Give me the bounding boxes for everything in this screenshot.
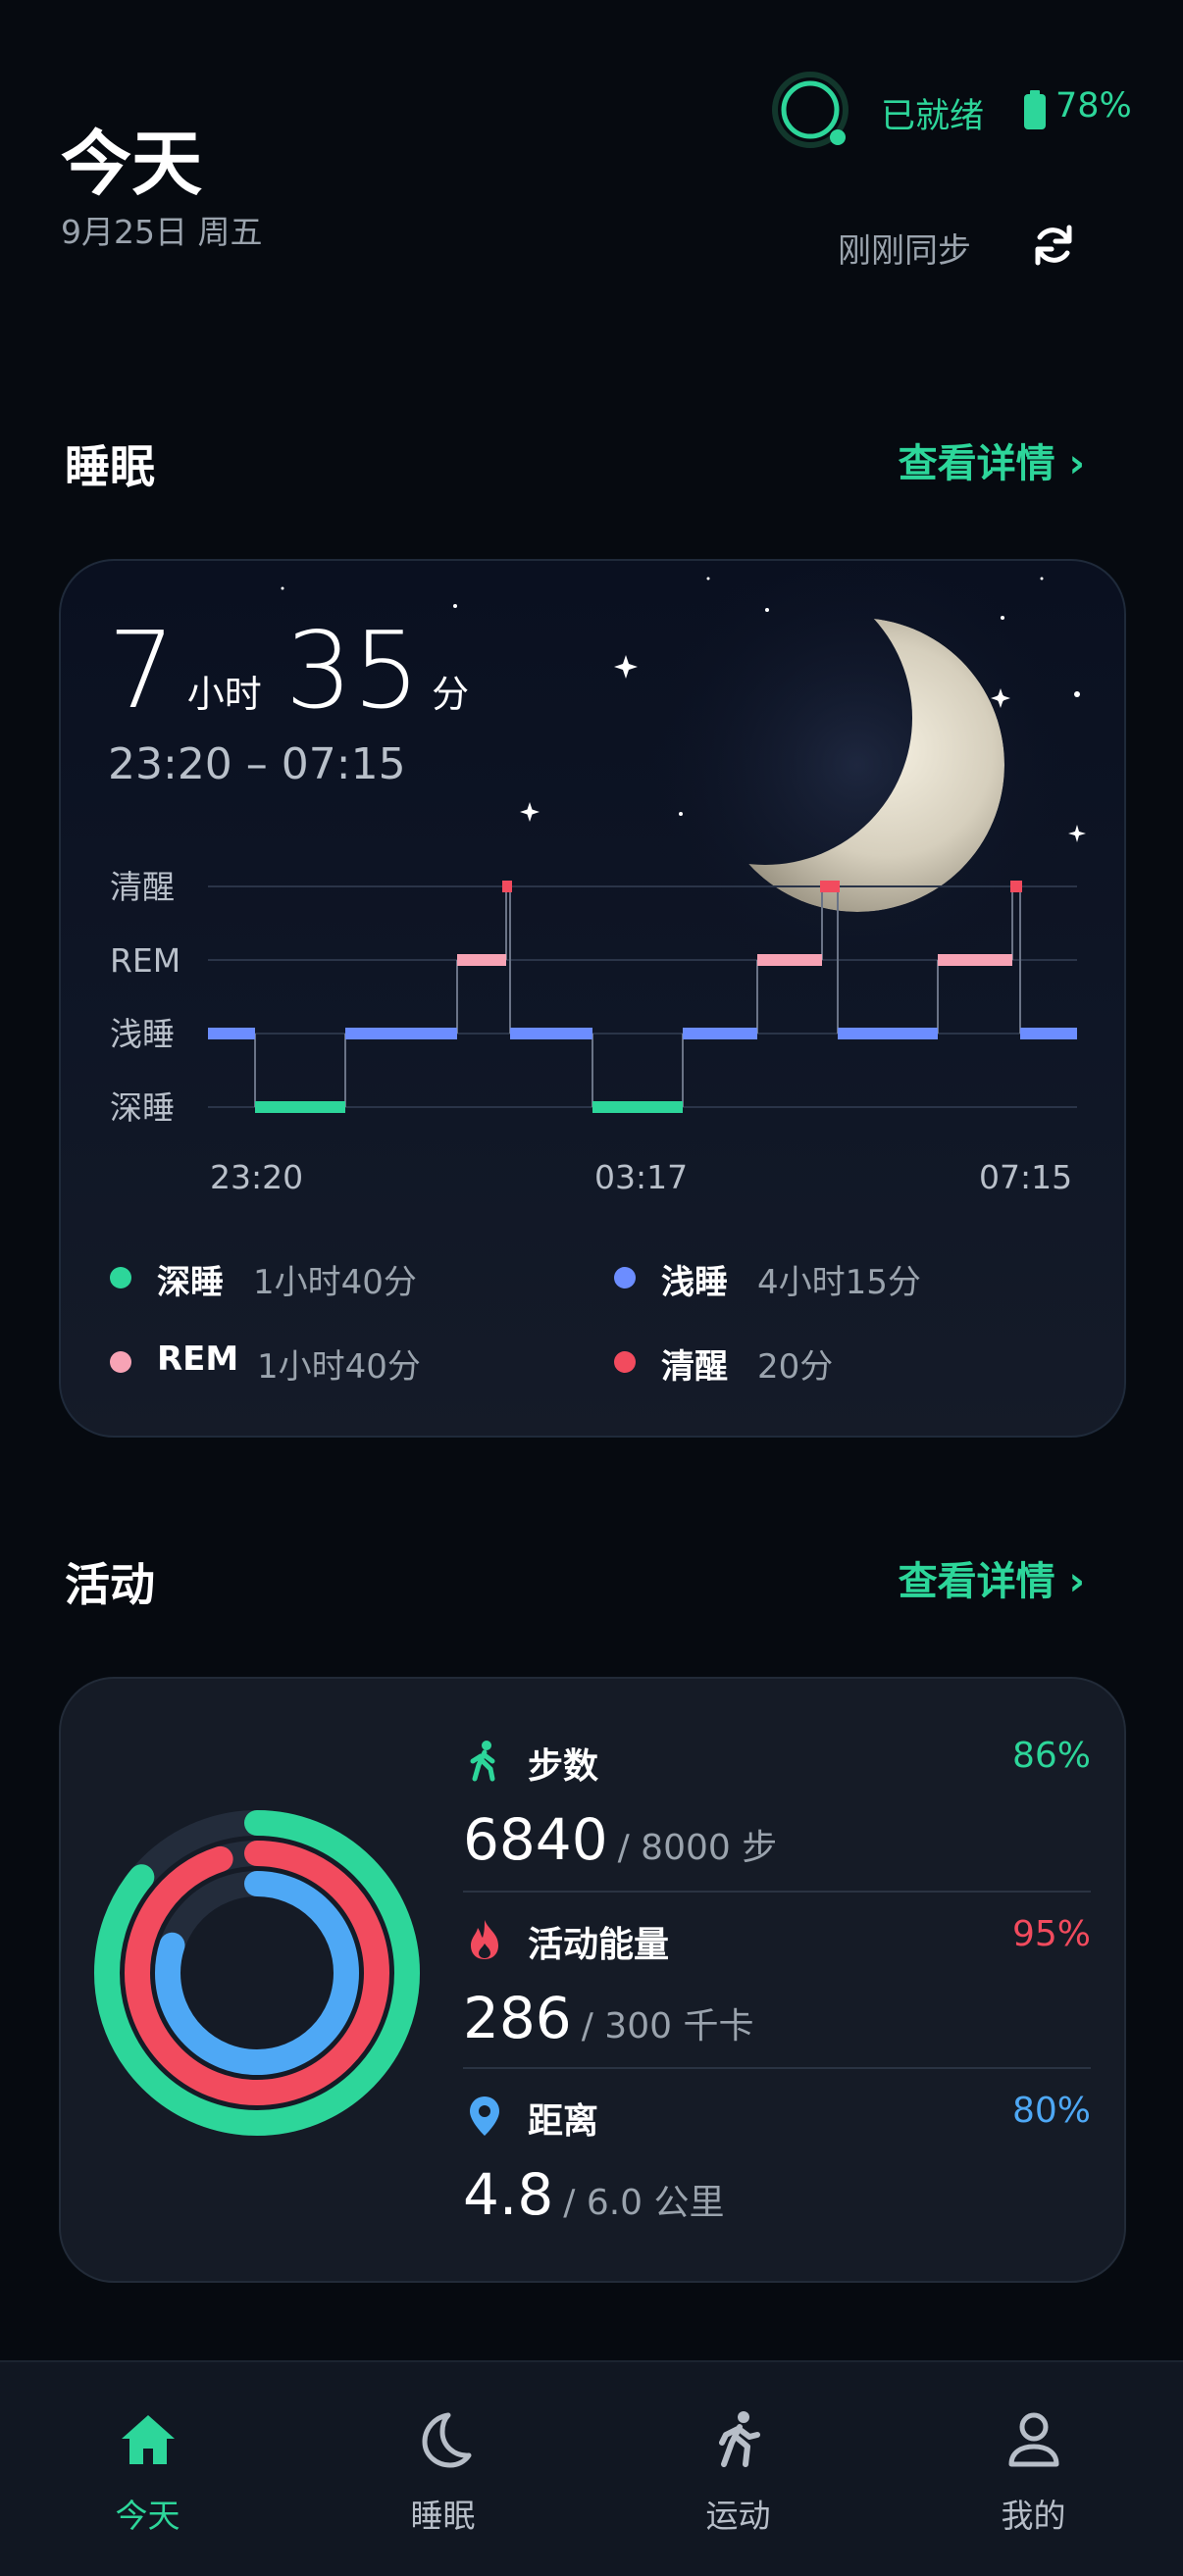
home-icon [122, 2415, 175, 2464]
device-ring-icon [772, 72, 849, 148]
metric-name: 距离 [528, 2101, 599, 2142]
stage-label-awake: 清醒 [110, 868, 175, 906]
metric-percent: 86% [1011, 1736, 1091, 1776]
awake-segment [502, 881, 512, 892]
light-sleep-segment [345, 1028, 457, 1039]
flame-icon [471, 1920, 498, 1959]
sleep-stage-chart: 清醒 REM 浅睡 深睡 23:20 03:17 07:15 [110, 868, 1077, 1196]
activity-rings [94, 1810, 420, 2136]
divider [463, 2067, 1091, 2069]
nav-label: 今天 [115, 2497, 180, 2535]
legend-name: 清醒 [661, 1347, 728, 1387]
legend-deep: 深睡 1小时40分 [110, 1255, 581, 1304]
activity-details-link[interactable]: 查看详情 › [899, 1549, 1085, 1606]
date-label: 9月25日 周五 [61, 213, 263, 251]
device-status[interactable]: 已就绪 78% [771, 71, 1173, 149]
sleep-card[interactable]: 7 小时 35 分 23:20 – 07:15 清醒 REM 浅睡 深睡 23:… [59, 559, 1126, 1438]
metric-percent: 80% [1011, 2091, 1091, 2131]
nav-item-today[interactable]: 今天 [0, 2362, 295, 2576]
stage-label-deep: 深睡 [110, 1088, 175, 1127]
deep-sleep-segment [255, 1101, 345, 1113]
moon-icon [422, 2412, 472, 2468]
legend-dot [110, 1267, 131, 1288]
light-sleep-segment [1020, 1028, 1077, 1039]
location-pin-icon [470, 2096, 499, 2136]
activity-section-title: 活动 [65, 1558, 155, 1611]
legend-rem: REM 1小时40分 [110, 1339, 581, 1389]
legend-dot [110, 1351, 131, 1373]
legend-name: REM [157, 1339, 239, 1379]
light-sleep-segment [683, 1028, 757, 1039]
nav-label: 运动 [705, 2497, 771, 2535]
metric-goal: / 300 千卡 [581, 2006, 754, 2046]
walking-icon [470, 1741, 495, 1782]
activity-card[interactable]: 步数 86% 6840/ 8000 步 活动能量 95% 286/ 300 千卡… [59, 1677, 1126, 2283]
sync-icon[interactable] [1026, 218, 1081, 273]
nav-item-sleep[interactable]: 睡眠 [295, 2362, 591, 2576]
legend-awake: 清醒 20分 [614, 1339, 1085, 1389]
nav-label: 睡眠 [410, 2497, 476, 2535]
battery-percent: 78% [1055, 86, 1132, 126]
rem-sleep-segment [457, 954, 506, 966]
stage-label-rem: REM [110, 941, 180, 980]
time-tick-mid: 03:17 [594, 1158, 688, 1196]
metric-goal: / 6.0 公里 [563, 2183, 725, 2223]
energy-metric[interactable]: 活动能量 95% 286/ 300 千卡 [463, 1914, 1091, 2051]
metric-value: 286 [463, 1985, 572, 2051]
awake-segment [820, 881, 840, 892]
nav-label: 我的 [1001, 2497, 1066, 2535]
legend-value: 20分 [757, 1347, 834, 1387]
sleep-section-title: 睡眠 [65, 440, 155, 493]
legend-light: 浅睡 4小时15分 [614, 1255, 1085, 1304]
page-title: 今天 [61, 123, 203, 205]
legend-value: 1小时40分 [253, 1263, 417, 1302]
metric-value-row: 6840/ 8000 步 [463, 1806, 777, 1873]
profile-icon [1008, 2412, 1059, 2467]
metric-name: 步数 [528, 1746, 599, 1787]
stage-label-light: 浅睡 [110, 1015, 175, 1053]
legend-value: 4小时15分 [757, 1263, 921, 1302]
metric-goal: / 8000 步 [617, 1828, 778, 1868]
deep-sleep-segment [592, 1101, 683, 1113]
rem-sleep-segment [757, 954, 822, 966]
legend-name: 深睡 [157, 1263, 224, 1302]
awake-segment [1010, 881, 1022, 892]
nav-item-exercise[interactable]: 运动 [591, 2362, 886, 2576]
bottom-nav: 今天 睡眠 运动 我的 [0, 2360, 1183, 2576]
rem-sleep-segment [938, 954, 1012, 966]
nav-item-profile[interactable]: 我的 [886, 2362, 1181, 2576]
light-sleep-segment [208, 1028, 255, 1039]
light-sleep-segment [510, 1028, 592, 1039]
metric-name: 活动能量 [528, 1925, 670, 1965]
running-icon [719, 2411, 760, 2467]
time-tick-start: 23:20 [210, 1158, 303, 1196]
time-tick-end: 07:15 [979, 1158, 1072, 1196]
metric-percent: 95% [1011, 1914, 1091, 1954]
battery-icon [1024, 90, 1046, 129]
light-sleep-segment [838, 1028, 938, 1039]
legend-dot [614, 1351, 636, 1373]
sleep-details-link[interactable]: 查看详情 › [899, 431, 1085, 488]
metric-value: 4.8 [463, 2161, 554, 2228]
legend-name: 浅睡 [661, 1263, 728, 1302]
legend-dot [614, 1267, 636, 1288]
divider [463, 1891, 1091, 1893]
metric-value-row: 4.8/ 6.0 公里 [463, 2161, 725, 2228]
legend-value: 1小时40分 [257, 1347, 421, 1387]
sync-status: 刚刚同步 [838, 231, 971, 271]
metric-value: 6840 [463, 1806, 608, 1873]
distance-metric[interactable]: 距离 80% 4.8/ 6.0 公里 [463, 2091, 1091, 2228]
device-ready-text: 已就绪 [881, 97, 985, 136]
metric-value-row: 286/ 300 千卡 [463, 1985, 753, 2051]
steps-metric[interactable]: 步数 86% 6840/ 8000 步 [463, 1736, 1091, 1873]
